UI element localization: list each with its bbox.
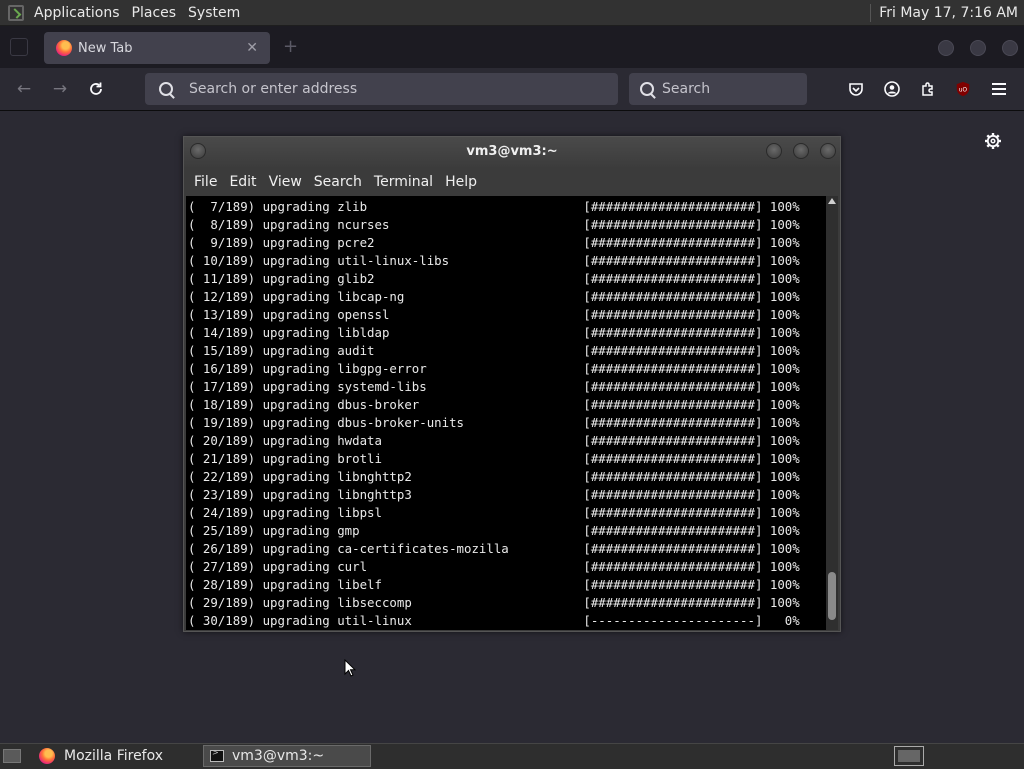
terminal-icon [210, 748, 224, 762]
terminal-line: ( 14/189) upgrading libldap [###########… [188, 325, 800, 340]
terminal-line: ( 28/189) upgrading libelf [############… [188, 577, 800, 592]
terminal-lines: ( 7/189) upgrading zlib [###############… [186, 196, 826, 630]
extension-badge: uO [959, 88, 968, 94]
account-icon[interactable] [884, 81, 900, 97]
terminal-line: ( 24/189) upgrading libpsl [############… [188, 505, 800, 520]
search-placeholder: Search [662, 81, 711, 97]
ublock-origin-icon[interactable]: uO [955, 81, 971, 97]
maximize-window-button[interactable] [970, 40, 986, 56]
address-placeholder: Search or enter address [189, 81, 358, 97]
address-bar[interactable]: Search or enter address [145, 73, 618, 105]
show-desktop-icon[interactable] [3, 749, 21, 763]
terminal-line: ( 7/189) upgrading zlib [###############… [188, 199, 800, 214]
taskbar-item-terminal[interactable]: vm3@vm3:~ [203, 745, 371, 767]
hamburger-menu-icon[interactable] [991, 81, 1007, 97]
terminal-output[interactable]: ( 7/189) upgrading zlib [###############… [186, 196, 826, 630]
search-icon [159, 82, 173, 96]
browser-nav-bar: ← → Search or enter address Search uO [0, 68, 1024, 111]
terminal-line: ( 16/189) upgrading libgpg-error [######… [188, 361, 800, 376]
extensions-icon[interactable] [920, 81, 936, 97]
terminal-line: ( 9/189) upgrading pcre2 [##############… [188, 235, 800, 250]
search-bar[interactable]: Search [629, 73, 807, 105]
terminal-line: ( 11/189) upgrading glib2 [#############… [188, 271, 800, 286]
pocket-icon[interactable] [848, 81, 864, 97]
firefox-icon [39, 748, 55, 764]
terminal-menubar: File Edit View Search Terminal Help [184, 168, 840, 196]
gear-icon[interactable] [984, 132, 1002, 150]
terminal-line: ( 13/189) upgrading openssl [###########… [188, 307, 800, 322]
terminal-line: ( 21/189) upgrading brotli [############… [188, 451, 800, 466]
terminal-line: ( 19/189) upgrading dbus-broker-units [#… [188, 415, 800, 430]
menu-view[interactable]: View [269, 174, 302, 190]
top-panel: Applications Places System Fri May 17, 7… [0, 0, 1024, 26]
close-window-button[interactable] [1002, 40, 1018, 56]
bottom-panel: Mozilla Firefox vm3@vm3:~ [0, 743, 1024, 769]
menu-search[interactable]: Search [314, 174, 362, 190]
new-tab-plus-icon[interactable]: + [283, 38, 298, 56]
terminal-line: ( 12/189) upgrading libcap-ng [#########… [188, 289, 800, 304]
clock[interactable]: Fri May 17, 7:16 AM [870, 0, 1024, 25]
terminal-window[interactable]: vm3@vm3:~ File Edit View Search Terminal… [183, 136, 841, 632]
menu-edit[interactable]: Edit [229, 174, 256, 190]
menu-help[interactable]: Help [445, 174, 477, 190]
terminal-line: ( 23/189) upgrading libnghttp3 [########… [188, 487, 800, 502]
scroll-up-arrow-icon[interactable] [828, 198, 836, 204]
menu-terminal[interactable]: Terminal [374, 174, 433, 190]
terminal-line: ( 22/189) upgrading libnghttp2 [########… [188, 469, 800, 484]
terminal-line: ( 10/189) upgrading util-linux-libs [###… [188, 253, 800, 268]
terminal-title: vm3@vm3:~ [466, 144, 558, 159]
tab-title: New Tab [78, 40, 133, 56]
terminal-line: ( 26/189) upgrading ca-certificates-mozi… [188, 541, 800, 556]
scroll-thumb[interactable] [828, 572, 836, 620]
close-button[interactable] [820, 143, 836, 159]
tab-new-tab[interactable]: New Tab ✕ [44, 32, 270, 64]
terminal-line: ( 17/189) upgrading systemd-libs [######… [188, 379, 800, 394]
menu-places[interactable]: Places [126, 5, 183, 21]
menu-applications[interactable]: Applications [28, 5, 126, 21]
taskbar-item-firefox[interactable]: Mozilla Firefox [33, 745, 193, 767]
terminal-line: ( 29/189) upgrading libseccomp [########… [188, 595, 800, 610]
terminal-titlebar[interactable]: vm3@vm3:~ [184, 137, 840, 167]
panel-separator [870, 3, 872, 22]
terminal-line: ( 18/189) upgrading dbus-broker [#######… [188, 397, 800, 412]
terminal-line: ( 8/189) upgrading ncurses [############… [188, 217, 800, 232]
minimize-window-button[interactable] [938, 40, 954, 56]
terminal-scrollbar[interactable] [826, 196, 838, 630]
window-menu-button[interactable] [190, 143, 206, 159]
browser-tab-bar: New Tab ✕ + [0, 26, 1024, 68]
terminal-line: ( 20/189) upgrading hwdata [############… [188, 433, 800, 448]
mouse-pointer-icon [344, 658, 357, 681]
top-menu: Applications Places System [0, 4, 246, 21]
tab-list-icon[interactable] [10, 38, 28, 56]
minimize-button[interactable] [766, 143, 782, 159]
menu-system[interactable]: System [182, 5, 246, 21]
maximize-button[interactable] [793, 143, 809, 159]
close-tab-icon[interactable]: ✕ [246, 40, 258, 56]
forward-arrow-icon[interactable]: → [49, 78, 71, 100]
terminal-line: ( 30/189) upgrading util-linux [--------… [188, 613, 800, 628]
taskbar-label: Mozilla Firefox [64, 748, 164, 764]
firefox-icon [56, 40, 72, 56]
terminal-line: ( 15/189) upgrading audit [#############… [188, 343, 800, 358]
search-icon [640, 82, 654, 96]
terminal-line: ( 25/189) upgrading gmp [###############… [188, 523, 800, 538]
reload-icon[interactable] [85, 78, 107, 100]
workspace-switcher[interactable] [894, 746, 924, 766]
taskbar-label: vm3@vm3:~ [232, 748, 325, 764]
clock-text: Fri May 17, 7:16 AM [879, 4, 1018, 21]
terminal-line: ( 27/189) upgrading curl [##############… [188, 559, 800, 574]
menu-file[interactable]: File [194, 174, 217, 190]
back-arrow-icon[interactable]: ← [13, 78, 35, 100]
applications-logo-icon[interactable] [8, 4, 24, 21]
